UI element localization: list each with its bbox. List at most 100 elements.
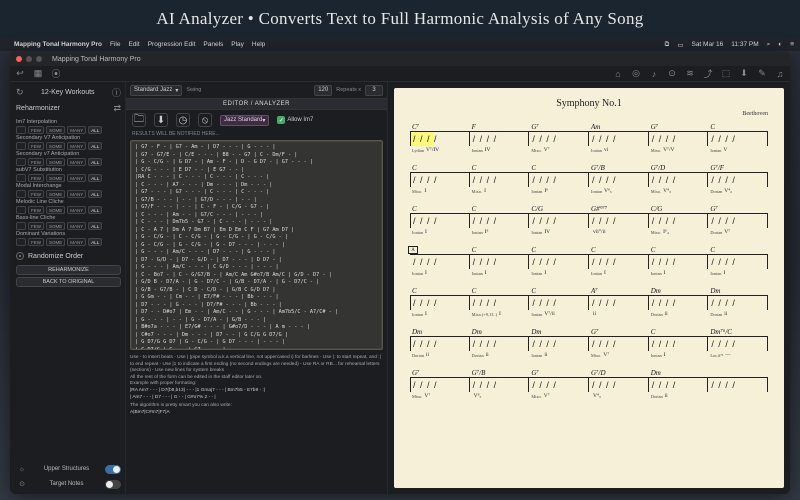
- target-notes-toggle[interactable]: [105, 480, 121, 489]
- measure[interactable]: / / / /: [708, 295, 768, 310]
- measure[interactable]: / / / /: [589, 336, 649, 351]
- option-chip[interactable]: SOME: [46, 126, 65, 134]
- measure[interactable]: / / / /: [649, 336, 709, 351]
- option-chip-none[interactable]: [16, 158, 26, 166]
- measure[interactable]: / / / /: [589, 131, 649, 146]
- option-chip[interactable]: FEW: [28, 158, 44, 166]
- menu-play[interactable]: Play: [231, 41, 244, 48]
- measure[interactable]: / / / /: [410, 131, 470, 146]
- measure[interactable]: / / / /: [529, 336, 589, 351]
- shuffle-icon[interactable]: ⇄: [113, 103, 121, 114]
- battery-icon[interactable]: ▭: [677, 41, 683, 49]
- measure[interactable]: / / / /: [589, 295, 649, 310]
- option-chip[interactable]: MANY: [67, 190, 86, 198]
- info-icon[interactable]: ⓘ: [112, 86, 121, 99]
- measure[interactable]: / / / /: [589, 213, 649, 228]
- style-select[interactable]: Standard Jazz▾: [130, 85, 182, 96]
- save-icon[interactable]: ⬇: [738, 68, 750, 80]
- option-chip[interactable]: SOME: [46, 174, 65, 182]
- option-chip[interactable]: FEW: [28, 238, 44, 246]
- option-chip[interactable]: ALL: [88, 222, 102, 230]
- target-notes-icon[interactable]: ⊙: [666, 68, 678, 80]
- menu-panels[interactable]: Panels: [203, 41, 223, 48]
- option-chip[interactable]: ALL: [88, 174, 102, 182]
- option-chip[interactable]: MANY: [67, 206, 86, 214]
- allow-im7-checkbox[interactable]: ✓Allow Im7: [277, 116, 313, 124]
- option-chip-none[interactable]: [16, 222, 26, 230]
- measure[interactable]: / / / /: [589, 172, 649, 187]
- new-icon[interactable]: ✎: [756, 68, 768, 80]
- menu-edit[interactable]: Edit: [128, 41, 139, 48]
- menu-file[interactable]: File: [110, 41, 120, 48]
- option-chip-none[interactable]: [16, 174, 26, 182]
- option-chip[interactable]: ALL: [88, 126, 102, 134]
- notifications-icon[interactable]: ≡: [790, 41, 794, 48]
- measure[interactable]: / / / /: [649, 295, 709, 310]
- option-chip[interactable]: ALL: [88, 142, 102, 150]
- measure[interactable]: / / / /: [708, 213, 768, 228]
- measure[interactable]: / / / /: [649, 254, 709, 269]
- measure[interactable]: / / / /: [470, 213, 530, 228]
- option-chip[interactable]: ALL: [88, 190, 102, 198]
- measure[interactable]: / / / /: [529, 131, 589, 146]
- menubar-app[interactable]: Mapping Tonal Harmony Pro: [14, 41, 102, 48]
- menu-progression-edit[interactable]: Progression Edit: [148, 41, 196, 48]
- option-chip-none[interactable]: [16, 190, 26, 198]
- measure[interactable]: / / / /: [470, 377, 530, 392]
- measure[interactable]: / / / /: [529, 172, 589, 187]
- workout-icon[interactable]: ◎: [630, 68, 642, 80]
- source-notes-icon[interactable]: ♪: [648, 68, 660, 80]
- option-chip-none[interactable]: [16, 238, 26, 246]
- option-chip-none[interactable]: [16, 206, 26, 214]
- option-chip[interactable]: FEW: [28, 206, 44, 214]
- measure[interactable]: / / / /: [410, 172, 470, 187]
- option-chip[interactable]: FEW: [28, 222, 44, 230]
- option-chip-none[interactable]: [16, 126, 26, 134]
- radio-icon[interactable]: [16, 252, 24, 260]
- voice-structures-icon[interactable]: ≋: [684, 68, 696, 80]
- option-chip-none[interactable]: [16, 142, 26, 150]
- measure[interactable]: / / / /: [410, 336, 470, 351]
- genre-select[interactable]: Jazz Standard ▾: [220, 115, 269, 126]
- close-icon[interactable]: [16, 56, 22, 62]
- option-chip[interactable]: MANY: [67, 238, 86, 246]
- option-chip[interactable]: ALL: [88, 158, 102, 166]
- option-chip[interactable]: SOME: [46, 190, 65, 198]
- measure[interactable]: / / / /: [529, 254, 589, 269]
- measure[interactable]: / / / /: [649, 172, 709, 187]
- option-chip[interactable]: ALL: [88, 238, 102, 246]
- wifi-icon[interactable]: ⧉: [665, 41, 670, 49]
- guitar-icon[interactable]: ♫: [774, 68, 786, 80]
- siri-icon[interactable]: ◐: [778, 41, 782, 48]
- option-chip[interactable]: SOME: [46, 206, 65, 214]
- editor-settings-button[interactable]: ⦸: [198, 113, 212, 127]
- minimize-icon[interactable]: [26, 56, 32, 62]
- tempo-field[interactable]: 120: [314, 85, 332, 96]
- option-chip[interactable]: MANY: [67, 222, 86, 230]
- measure[interactable]: / / / /: [649, 377, 709, 392]
- option-chip[interactable]: ALL: [88, 206, 102, 214]
- measure[interactable]: / / / /: [410, 295, 470, 310]
- measure[interactable]: / / / /: [529, 377, 589, 392]
- repeats-field[interactable]: 3: [365, 85, 383, 96]
- option-chip[interactable]: FEW: [28, 126, 44, 134]
- score-page[interactable]: Symphony No.1 Beethoven C⁷FG⁷AmG⁷C / / /…: [394, 88, 784, 488]
- editor-open-button[interactable]: 🗀: [132, 113, 146, 127]
- measure[interactable]: / / / /: [649, 213, 709, 228]
- measure[interactable]: / / / /: [649, 131, 709, 146]
- measure[interactable]: / / / /: [708, 336, 768, 351]
- measure[interactable]: / / / /: [470, 131, 530, 146]
- option-chip[interactable]: FEW: [28, 142, 44, 150]
- option-chip[interactable]: MANY: [67, 158, 86, 166]
- measure[interactable]: / / / /: [708, 377, 768, 392]
- cycle-icon[interactable]: ↻: [16, 87, 24, 98]
- editor-help-button[interactable]: ◷: [176, 113, 190, 127]
- option-chip[interactable]: MANY: [67, 174, 86, 182]
- measure[interactable]: / / / /: [410, 377, 470, 392]
- chord-input-textarea[interactable]: | G7 - F - | G7 - Am - | D7 - - - | G - …: [130, 140, 383, 350]
- option-chip[interactable]: MANY: [67, 126, 86, 134]
- menu-help[interactable]: Help: [252, 41, 265, 48]
- option-chip[interactable]: SOME: [46, 238, 65, 246]
- open-icon[interactable]: ⬚: [720, 68, 732, 80]
- measure[interactable]: / / / /: [708, 172, 768, 187]
